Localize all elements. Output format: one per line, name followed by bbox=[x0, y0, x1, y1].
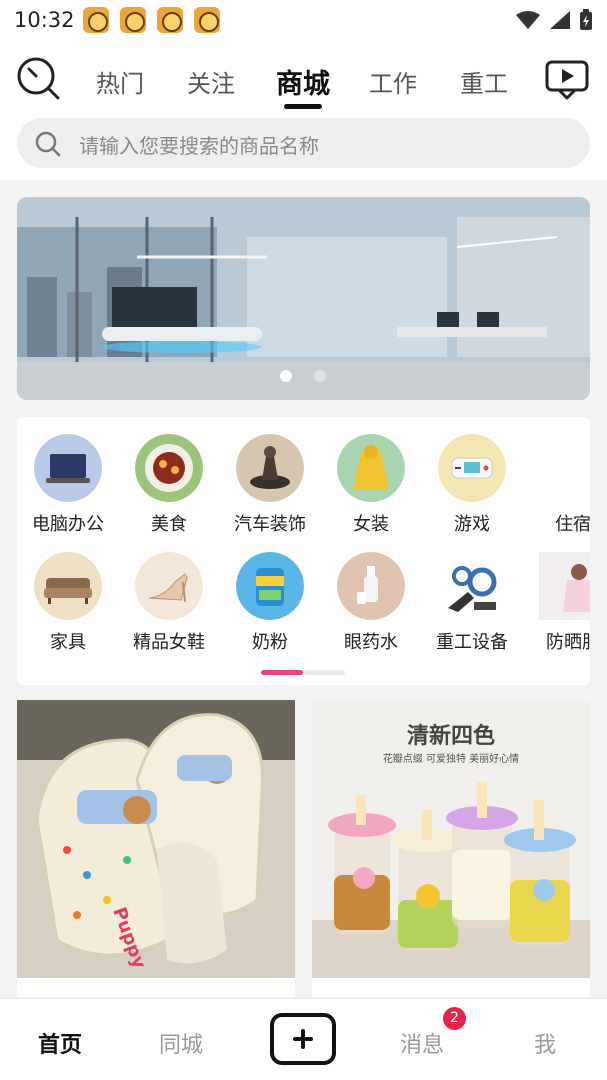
high-heel-icon bbox=[135, 552, 203, 620]
app-notification-icon bbox=[120, 7, 146, 33]
search-placeholder: 请输入您要搜索的商品名称 bbox=[79, 134, 319, 158]
category-heavy-equipment[interactable]: 重工设备 bbox=[427, 552, 517, 654]
category-food[interactable]: 美食 bbox=[124, 434, 214, 536]
status-time: 10:32 bbox=[14, 8, 75, 32]
category-accommodation[interactable]: 住宿 bbox=[528, 434, 590, 536]
heavy-machinery-icon bbox=[438, 552, 506, 620]
car-decoration-icon bbox=[236, 434, 304, 502]
product-subtitle: 花瓣点缀 可爱独特 美丽好心情 bbox=[382, 754, 520, 765]
mall-page: 10:32 热门 关注 商城 工作 重工 请输入您要搜索的商品名称 电脑办公 美… bbox=[0, 0, 607, 1080]
category-furniture[interactable]: 家具 bbox=[23, 552, 113, 654]
category-grid: 电脑办公 美食 汽车装饰 女装 游戏 住宿 家具 精品女鞋 奶粉 眼药水 重工设… bbox=[17, 417, 590, 685]
slippers-image: Puppy bbox=[17, 700, 295, 978]
live-video-icon[interactable] bbox=[545, 60, 589, 100]
create-post-button[interactable] bbox=[270, 1013, 336, 1065]
sun-protection-clothing-icon bbox=[539, 552, 590, 620]
category-sun-protection-clothing[interactable]: 防晒服 bbox=[528, 552, 590, 654]
app-notification-icon bbox=[157, 7, 183, 33]
status-bar: 10:32 bbox=[0, 0, 607, 40]
category-computer-office[interactable]: 电脑办公 bbox=[23, 434, 113, 536]
product-card[interactable]: 清新四色 花瓣点缀 可爱独特 美丽好心情 bbox=[312, 700, 590, 997]
raincoat-icon bbox=[337, 434, 405, 502]
wifi-icon bbox=[516, 11, 540, 29]
category-eye-drops[interactable]: 眼药水 bbox=[326, 552, 416, 654]
bottom-nav: 首页 同城 消息 2 我 bbox=[0, 998, 607, 1080]
search-icon bbox=[35, 131, 61, 157]
eye-drops-icon bbox=[337, 552, 405, 620]
app-notification-icon bbox=[83, 7, 109, 33]
cellular-signal-icon bbox=[550, 11, 570, 29]
category-scrollbar[interactable] bbox=[261, 670, 345, 675]
search-icon[interactable] bbox=[16, 56, 60, 100]
tab-mall[interactable]: 商城 bbox=[276, 62, 330, 101]
tab-following[interactable]: 关注 bbox=[187, 64, 235, 99]
nav-home[interactable]: 首页 bbox=[38, 1027, 82, 1059]
category-milk-powder[interactable]: 奶粉 bbox=[225, 552, 315, 654]
app-notification-icon bbox=[194, 7, 220, 33]
nav-local[interactable]: 同城 bbox=[159, 1027, 203, 1059]
category-car-decoration[interactable]: 汽车装饰 bbox=[225, 434, 315, 536]
active-tab-indicator bbox=[284, 104, 322, 109]
category-womens-clothing[interactable]: 女装 bbox=[326, 434, 416, 536]
tab-work[interactable]: 工作 bbox=[369, 64, 417, 99]
category-games[interactable]: 游戏 bbox=[427, 434, 517, 536]
nav-messages[interactable]: 消息 bbox=[400, 1027, 444, 1059]
milk-powder-icon bbox=[236, 552, 304, 620]
system-icons bbox=[515, 9, 593, 31]
hotel-icon bbox=[539, 434, 590, 502]
nav-me[interactable]: 我 bbox=[534, 1027, 556, 1059]
drink-cups-image: 清新四色 花瓣点缀 可爱独特 美丽好心情 bbox=[312, 700, 590, 978]
food-plate-icon bbox=[135, 434, 203, 502]
top-nav: 热门 关注 商城 工作 重工 bbox=[0, 40, 607, 112]
category-womens-shoes[interactable]: 精品女鞋 bbox=[124, 552, 214, 654]
tab-heavy-industry[interactable]: 重工 bbox=[460, 64, 508, 99]
banner-dot-active[interactable] bbox=[280, 370, 292, 382]
category-scroll-thumb[interactable] bbox=[261, 670, 303, 675]
product-title: 清新四色 bbox=[406, 724, 495, 749]
office-interior-image bbox=[17, 197, 590, 400]
search-input[interactable]: 请输入您要搜索的商品名称 bbox=[17, 118, 590, 168]
battery-charging-icon bbox=[580, 9, 592, 30]
sofa-icon bbox=[34, 552, 102, 620]
tab-hot[interactable]: 热门 bbox=[96, 64, 144, 99]
promo-banner[interactable] bbox=[17, 197, 590, 400]
product-card[interactable]: Puppy bbox=[17, 700, 295, 997]
handheld-game-icon bbox=[438, 434, 506, 502]
message-count-badge: 2 bbox=[443, 1007, 466, 1030]
banner-dot[interactable] bbox=[314, 370, 326, 382]
search-section: 请输入您要搜索的商品名称 bbox=[0, 112, 607, 180]
laptop-icon bbox=[34, 434, 102, 502]
